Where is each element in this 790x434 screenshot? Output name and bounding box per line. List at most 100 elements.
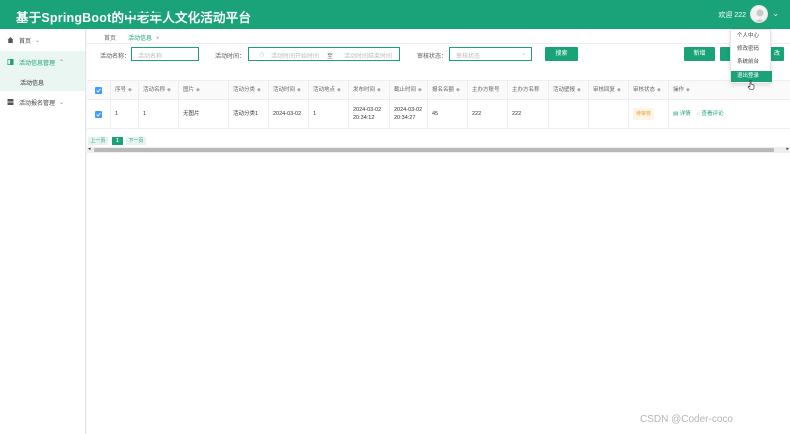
chevron-down-icon: ⌄ <box>59 99 65 106</box>
menu-item-change-password[interactable]: 修改密码 <box>731 44 772 55</box>
sort-icon: ◆ <box>456 87 460 93</box>
grid-icon <box>7 99 14 105</box>
sort-icon: ◆ <box>686 87 690 93</box>
welcome-text: 欢迎 222 <box>718 12 746 19</box>
cell-actions: ▤ 详情 ◌ 查看评论 <box>669 100 790 128</box>
column-header[interactable]: 主办方账号 <box>468 81 508 99</box>
sidebar-item-label: 活动信息管理 <box>19 60 56 67</box>
scroll-left-arrow-icon[interactable]: ◂ <box>88 146 91 152</box>
sidebar-item-activity-signup-mgmt[interactable]: 活动报名管理 ⌄ <box>0 91 85 113</box>
scroll-right-arrow-icon[interactable]: ▸ <box>786 146 789 152</box>
time-end-input[interactable]: 活动时间结束时间 <box>344 51 392 60</box>
name-filter-label: 活动名称： <box>100 54 131 60</box>
user-dropdown-menu: 个人中心 修改密码 系统前台 退出登录 <box>730 29 772 84</box>
sort-icon: ◆ <box>167 87 171 93</box>
sort-icon: ◆ <box>657 87 661 93</box>
time-start-input[interactable]: 活动时间开始时间 <box>271 51 319 60</box>
data-table: 序号 ◆ 活动名称 ◆ 图片 ◆ 活动分类 ◆ 活动时间 ◆ 活动地点 ◆ 发布时间 ◆ 截止… <box>87 80 790 132</box>
chevron-down-icon[interactable]: ⌄ <box>772 9 779 18</box>
home-icon <box>7 37 14 43</box>
column-header[interactable]: 活动名称 ◆ <box>139 81 179 99</box>
tab-active-indicator <box>125 13 163 15</box>
next-page-button[interactable]: 下一页 <box>126 137 146 145</box>
current-page-button[interactable]: 1 <box>112 137 123 145</box>
sidebar-item-activity-info-mgmt[interactable]: 活动信息管理 ⌃ <box>0 51 85 73</box>
cell-status: 待审核 <box>629 100 669 128</box>
sort-icon: ◆ <box>196 87 200 93</box>
column-header[interactable]: 报名名额 ◆ <box>428 81 468 99</box>
cell-host-account: 222 <box>468 100 508 128</box>
add-button[interactable]: 新增 <box>684 47 715 61</box>
cell-index: 1 <box>111 100 139 128</box>
watermark: CSDN @Coder-coco <box>640 414 733 425</box>
checkbox-checked-icon <box>95 110 102 118</box>
sort-icon: ◆ <box>577 87 581 93</box>
chevron-down-icon: ⌄ <box>35 37 41 44</box>
close-icon[interactable]: × <box>156 36 160 42</box>
view-comments-link[interactable]: ◌ 查看评论 <box>697 110 724 118</box>
detail-link[interactable]: ▤ 详情 <box>673 110 691 118</box>
menu-item-frontend[interactable]: 系统前台 <box>731 57 772 68</box>
cell-place: 1 <box>309 100 349 128</box>
menu-item-profile[interactable]: 个人中心 <box>731 31 772 42</box>
sidebar: 首页 ⌄ 活动信息管理 ⌃ 活动信息 活动报名管理 ⌄ <box>0 29 86 434</box>
status-select-placeholder: 审核状态 <box>456 54 481 60</box>
tab-home[interactable]: 首页 <box>104 33 116 42</box>
column-header[interactable]: 活动分类 ◆ <box>229 81 269 99</box>
column-header[interactable]: 审核回复 ◆ <box>589 81 629 99</box>
horizontal-scrollbar[interactable]: ◂ ▸ <box>87 146 790 153</box>
sort-icon: ◆ <box>297 87 301 93</box>
sidebar-item-label: 首页 <box>19 38 32 45</box>
cell-image: 无图片 <box>179 100 229 128</box>
column-header[interactable]: 主办方名称 <box>508 81 549 99</box>
hand-cursor-icon <box>747 80 755 90</box>
column-header[interactable]: 活动壁报 ◆ <box>549 81 589 99</box>
name-filter-input[interactable]: 活动名称 <box>131 47 199 61</box>
cell-category: 活动分类1 <box>229 100 269 128</box>
chevron-down-icon: ⌄ <box>520 51 526 57</box>
document-icon: ▤ <box>673 111 680 117</box>
column-header[interactable]: 序号 ◆ <box>111 81 139 99</box>
scrollbar-thumb[interactable] <box>94 148 774 152</box>
sort-icon: ◆ <box>418 87 422 93</box>
user-avatar-icon <box>751 6 767 22</box>
checkbox-checked-icon <box>95 86 102 94</box>
cell-deadline: 2024-03-02 20:34:27 <box>390 100 428 128</box>
tab-label: 活动信息 <box>128 36 153 42</box>
cell-review-reply <box>589 100 629 128</box>
cell-publish-time: 2024-03-02 20:34:12 <box>349 100 390 128</box>
sort-icon: ◆ <box>377 87 381 93</box>
status-filter-label: 审核状态： <box>417 54 448 60</box>
column-header[interactable]: 图片 ◆ <box>179 81 229 99</box>
avatar[interactable] <box>750 5 768 23</box>
cell-poster <box>549 100 589 128</box>
sidebar-subitem-activity-info[interactable]: 活动信息 <box>0 73 85 91</box>
sort-icon: ◆ <box>617 87 621 93</box>
column-header[interactable]: 发布时间 ◆ <box>349 81 390 99</box>
select-all-checkbox[interactable] <box>87 81 111 99</box>
tab-activity-info[interactable]: 活动信息 × <box>128 33 160 42</box>
column-header[interactable]: 审核状态 ◆ <box>629 81 669 99</box>
column-header[interactable]: 活动地点 ◆ <box>309 81 349 99</box>
table-row[interactable]: 1 1 无图片 活动分类1 2024-03-02 1 2024-03-02 20… <box>87 100 790 129</box>
time-range-input[interactable]: ◷ 活动时间开始时间 至 活动时间结束时间 <box>248 47 400 61</box>
chevron-up-icon: ⌃ <box>59 59 65 66</box>
sort-icon: ◆ <box>128 87 132 93</box>
time-range-separator: 至 <box>327 54 334 60</box>
status-badge: 待审核 <box>633 108 655 120</box>
calendar-icon: ◷ <box>259 52 265 58</box>
tab-bar: 首页 活动信息 × <box>87 29 790 44</box>
status-filter-select[interactable]: 审核状态 ⌄ <box>449 47 532 61</box>
sort-icon: ◆ <box>257 87 261 93</box>
top-bar: 基于SpringBoot的中老年人文化活动平台 欢迎 222 ⌄ <box>0 0 790 29</box>
cell-host-name: 222 <box>508 100 549 128</box>
cell-quota: 45 <box>428 100 468 128</box>
row-checkbox[interactable] <box>87 100 111 128</box>
cell-name: 1 <box>139 100 179 128</box>
column-header[interactable]: 活动时间 ◆ <box>269 81 309 99</box>
sidebar-item-home[interactable]: 首页 ⌄ <box>0 29 85 51</box>
search-button[interactable]: 搜索 <box>545 47 578 61</box>
column-header[interactable]: 截止时间 ◆ <box>390 81 428 99</box>
prev-page-button[interactable]: 上一页 <box>88 137 108 145</box>
table-header-row: 序号 ◆ 活动名称 ◆ 图片 ◆ 活动分类 ◆ 活动时间 ◆ 活动地点 ◆ 发布时间 ◆ 截止… <box>87 80 790 100</box>
